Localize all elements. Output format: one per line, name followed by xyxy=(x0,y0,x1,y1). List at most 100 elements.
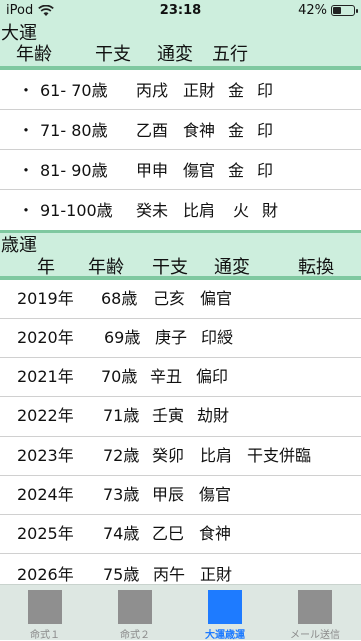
tab-meishiki-2[interactable]: 命式２ xyxy=(90,585,180,641)
status-bar: iPod 23:18 42% xyxy=(0,0,361,22)
saiun-title: 歳運 xyxy=(1,235,37,256)
saiun-col-tenkan: 転換 xyxy=(298,257,334,278)
taiun-col-tsuhen: 通変 xyxy=(157,44,193,65)
battery-percent: 42% xyxy=(298,3,327,18)
tab-bar: 命式１ 命式２ 大運歳運 メール送信 xyxy=(0,584,361,641)
saiun-kanshi: 乙巳 xyxy=(152,524,185,543)
taiun-kanshi: 甲申 xyxy=(136,161,169,180)
saiun-tsuhen: 印綬 xyxy=(201,328,234,347)
taiun-col-age: 年齢 xyxy=(16,44,52,65)
saiun-age: 74歳 xyxy=(103,524,140,543)
taiun-col-kanshi: 干支 xyxy=(95,44,131,65)
taiun-gogyo-1: 金 xyxy=(228,161,245,180)
tab-taiun-saiun[interactable]: 大運歳運 xyxy=(180,585,270,641)
taiun-gogyo-2: 印 xyxy=(257,81,274,100)
saiun-col-kanshi: 干支 xyxy=(152,257,188,278)
saiun-age: 73歳 xyxy=(103,485,140,504)
battery-icon xyxy=(331,5,358,16)
saiun-tsuhen: 食神 xyxy=(199,524,232,543)
status-right: 42% xyxy=(298,3,358,18)
saiun-row[interactable]: 2022年 71歳 壬寅 劫財 xyxy=(0,397,361,437)
saiun-tenkan: 干支併臨 xyxy=(247,446,312,465)
taiun-gogyo-1: 火 xyxy=(233,201,250,220)
saiun-tsuhen: 正財 xyxy=(200,565,233,584)
taiun-age: 81- 90歳 xyxy=(40,161,108,180)
saiun-row[interactable]: 2024年 73歳 甲辰 傷官 xyxy=(0,476,361,515)
saiun-year: 2019年 xyxy=(17,289,74,308)
taiun-tsuhen: 正財 xyxy=(183,81,216,100)
tab-meishiki-1[interactable]: 命式１ xyxy=(0,585,90,641)
saiun-row[interactable]: 2021年 70歳 辛丑 偏印 xyxy=(0,358,361,397)
saiun-year: 2026年 xyxy=(17,565,74,584)
saiun-year: 2024年 xyxy=(17,485,74,504)
placeholder-square-icon xyxy=(28,590,62,624)
taiun-title: 大運 xyxy=(1,23,37,44)
taiun-gogyo-2: 印 xyxy=(257,161,274,180)
tab-label: 命式１ xyxy=(30,630,60,641)
saiun-year: 2025年 xyxy=(17,524,74,543)
saiun-year: 2022年 xyxy=(17,406,74,425)
taiun-row[interactable]: ・ 71- 80歳 乙酉 食神 金 印 xyxy=(0,110,361,150)
placeholder-square-icon xyxy=(298,590,332,624)
tab-mail-send[interactable]: メール送信 xyxy=(270,585,360,641)
battery-nub xyxy=(356,9,358,13)
saiun-age: 68歳 xyxy=(101,289,138,308)
saiun-age: 69歳 xyxy=(104,328,141,347)
battery-fill xyxy=(333,7,341,14)
saiun-kanshi: 癸卯 xyxy=(152,446,185,465)
saiun-row[interactable]: 2019年 68歳 己亥 偏官 xyxy=(0,280,361,319)
saiun-kanshi: 甲辰 xyxy=(152,485,185,504)
saiun-kanshi: 辛丑 xyxy=(150,367,183,386)
taiun-gogyo-1: 金 xyxy=(228,121,245,140)
taiun-row[interactable]: ・ 81- 90歳 甲申 傷官 金 印 xyxy=(0,150,361,190)
taiun-kanshi: 丙戌 xyxy=(136,81,169,100)
taiun-tsuhen: 食神 xyxy=(183,121,216,140)
saiun-year: 2021年 xyxy=(17,367,74,386)
taiun-col-gogyo: 五行 xyxy=(212,44,248,65)
saiun-tsuhen: 偏印 xyxy=(196,367,229,386)
taiun-bullet: ・ xyxy=(18,121,35,140)
saiun-row[interactable]: 2023年 72歳 癸卯 比肩 干支併臨 xyxy=(0,437,361,476)
placeholder-square-icon xyxy=(208,590,242,624)
saiun-kanshi: 壬寅 xyxy=(152,406,185,425)
saiun-col-year: 年 xyxy=(37,257,55,278)
saiun-kanshi: 己亥 xyxy=(153,289,186,308)
taiun-bullet: ・ xyxy=(18,161,35,180)
saiun-col-tsuhen: 通変 xyxy=(214,257,250,278)
saiun-kanshi: 庚子 xyxy=(155,328,188,347)
taiun-gogyo-1: 金 xyxy=(228,81,245,100)
taiun-age: 61- 70歳 xyxy=(40,81,108,100)
taiun-bullet: ・ xyxy=(18,201,35,220)
taiun-gogyo-2: 財 xyxy=(262,201,279,220)
saiun-year: 2020年 xyxy=(17,328,74,347)
saiun-tsuhen: 偏官 xyxy=(200,289,233,308)
saiun-age: 75歳 xyxy=(103,565,140,584)
taiun-header: 大運 年齢 干支 通変 五行 xyxy=(0,22,361,70)
taiun-gogyo-2: 印 xyxy=(257,121,274,140)
taiun-age: 71- 80歳 xyxy=(40,121,108,140)
taiun-row[interactable]: ・ 91-100歳 癸未 比肩 火 財 xyxy=(0,190,361,230)
saiun-row[interactable]: 2020年 69歳 庚子 印綬 xyxy=(0,319,361,358)
tab-label: 大運歳運 xyxy=(205,630,245,641)
saiun-tsuhen: 劫財 xyxy=(197,406,230,425)
taiun-tsuhen: 傷官 xyxy=(183,161,216,180)
saiun-tsuhen: 傷官 xyxy=(199,485,232,504)
saiun-header: 歳運 年 年齢 干支 通変 転換 xyxy=(0,230,361,280)
saiun-age: 72歳 xyxy=(103,446,140,465)
saiun-kanshi: 丙午 xyxy=(153,565,186,584)
taiun-row[interactable]: ・ 61- 70歳 丙戌 正財 金 印 xyxy=(0,70,361,110)
saiun-row[interactable]: 2026年 75歳 丙午 正財 xyxy=(0,554,361,584)
placeholder-square-icon xyxy=(118,590,152,624)
taiun-tsuhen: 比肩 xyxy=(183,201,216,220)
taiun-bullet: ・ xyxy=(18,81,35,100)
saiun-col-age: 年齢 xyxy=(88,257,124,278)
tab-label: メール送信 xyxy=(290,630,340,641)
saiun-row[interactable]: 2025年 74歳 乙巳 食神 xyxy=(0,515,361,554)
saiun-age: 70歳 xyxy=(101,367,138,386)
saiun-tsuhen: 比肩 xyxy=(200,446,233,465)
saiun-year: 2023年 xyxy=(17,446,74,465)
taiun-kanshi: 乙酉 xyxy=(136,121,169,140)
saiun-age: 71歳 xyxy=(103,406,140,425)
taiun-age: 91-100歳 xyxy=(40,201,113,220)
tab-label: 命式２ xyxy=(120,630,150,641)
